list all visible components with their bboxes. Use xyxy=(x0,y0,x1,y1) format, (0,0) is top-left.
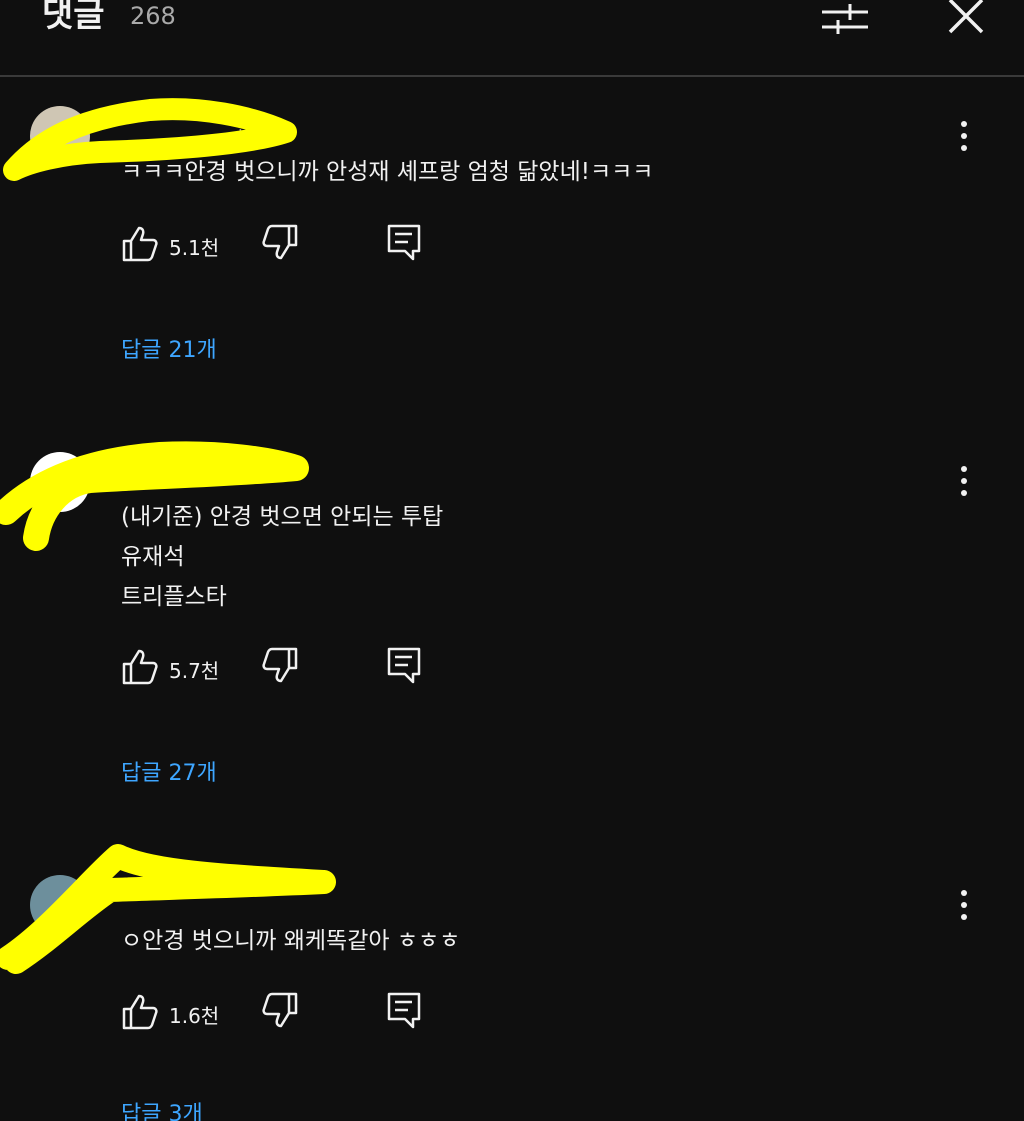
comment-text-line: (내기준) 안경 벗으면 안되는 투탑 xyxy=(121,504,444,530)
more-vert-icon xyxy=(961,121,967,151)
comment-icon xyxy=(387,224,421,261)
thumbs-up-icon xyxy=(122,994,158,1030)
comment-text-line: ㅇ안경 벗으니까 왜케똑같아 ㅎㅎㅎ xyxy=(121,928,461,954)
more-options-button[interactable] xyxy=(948,461,980,501)
like-button[interactable] xyxy=(120,224,160,264)
more-options-button[interactable] xyxy=(948,885,980,925)
comment-author[interactable]: 안정 xyxy=(236,112,271,139)
view-replies-link[interactable]: 답글 21개 xyxy=(121,332,217,364)
reply-button[interactable] xyxy=(384,222,424,262)
more-vert-icon xyxy=(961,890,967,920)
comment-icon xyxy=(387,647,421,684)
avatar[interactable] xyxy=(30,106,90,166)
dislike-button[interactable] xyxy=(260,990,300,1030)
more-options-button[interactable] xyxy=(948,116,980,156)
sort-filter-button[interactable] xyxy=(816,0,874,42)
thumbs-up-icon xyxy=(122,226,158,262)
like-button[interactable] xyxy=(120,992,160,1032)
thumbs-down-icon xyxy=(262,647,298,683)
thumbs-down-icon xyxy=(262,992,298,1028)
like-button[interactable] xyxy=(120,647,160,687)
view-replies-link[interactable]: 답글 3개 xyxy=(121,1096,203,1121)
like-count: 5.7천 xyxy=(169,659,220,683)
comment-text-line: 유재석 xyxy=(121,544,185,570)
comment-icon xyxy=(387,992,421,1029)
dislike-button[interactable] xyxy=(260,222,300,262)
comment-text-line: 트리플스타 xyxy=(121,584,227,610)
more-vert-icon xyxy=(961,466,967,496)
thumbs-up-icon xyxy=(122,649,158,685)
comments-panel: 댓글 268 안정 ㅋㅋㅋ안경 벗으니까 안성재 셰프랑 엄청 닮았네!ㅋㅋㅋ … xyxy=(0,0,1024,1121)
reply-button[interactable] xyxy=(384,645,424,685)
comment-count: 268 xyxy=(130,2,176,30)
reply-button[interactable] xyxy=(384,990,424,1030)
thumbs-down-icon xyxy=(262,224,298,260)
dislike-button[interactable] xyxy=(260,645,300,685)
comment-author[interactable]: @EMSC xyxy=(121,880,194,902)
sliders-icon xyxy=(822,4,868,34)
view-replies-link[interactable]: 답글 27개 xyxy=(121,755,217,787)
avatar[interactable] xyxy=(30,452,90,512)
comments-header: 댓글 268 xyxy=(0,0,1024,77)
comment-text-line: ㅋㅋㅋ안경 벗으니까 안성재 셰프랑 엄청 닮았네!ㅋㅋㅋ xyxy=(121,159,654,185)
like-count: 1.6천 xyxy=(169,1004,220,1028)
like-count: 5.1천 xyxy=(169,236,220,260)
avatar[interactable] xyxy=(30,875,90,935)
close-icon xyxy=(948,0,984,34)
panel-title: 댓글 xyxy=(42,0,105,35)
close-button[interactable] xyxy=(940,0,992,42)
